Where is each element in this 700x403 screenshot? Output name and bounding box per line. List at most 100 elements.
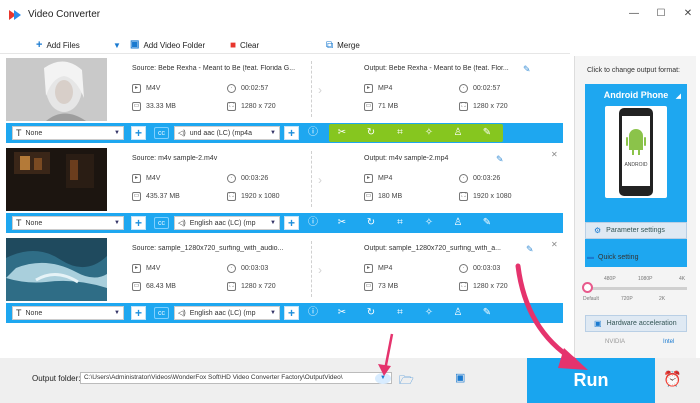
add-folder-label: Add Video Folder [143,40,206,50]
open-folder-icon[interactable]: 🗁 [399,371,414,392]
rotate-icon[interactable]: ↻ [364,126,378,140]
arrow-right-icon: › [318,83,322,97]
lightning-icon: ▬ [587,254,594,261]
subtitle-select[interactable]: T None ▼ [12,126,124,140]
chevron-down-icon: ▼ [270,220,276,226]
device-name: Android Phone [603,90,669,100]
file-row: Source: Bebe Rexha - Meant to Be (feat. … [6,55,563,145]
info-icon[interactable]: ⓘ [306,306,320,320]
quality-slider-track[interactable] [589,287,687,290]
subtitle-icon: T [16,308,22,318]
edit-name-icon[interactable]: ✎ [526,244,534,255]
subtitle-edit-icon[interactable]: ✎ [480,306,494,320]
add-files-label: Add Files [46,40,80,50]
add-subtitle-button[interactable]: + [131,126,146,140]
add-audio-button[interactable]: + [284,126,299,140]
close-icon[interactable]: ✕ [679,6,697,22]
trim-icon[interactable]: ✂ [335,216,349,230]
chevron-down-icon: ▼ [270,130,276,136]
remove-row-icon[interactable]: ✕ [551,150,558,159]
crop-icon[interactable]: ⌗ [393,216,407,230]
quality-slider-handle[interactable] [582,282,593,293]
source-title: Source: Bebe Rexha - Meant to Be (feat. … [132,65,296,72]
chevron-down-icon: ▼ [114,220,120,226]
subtitle-select[interactable]: T None ▼ [12,216,124,230]
minimize-icon[interactable]: — [625,6,643,22]
rotate-icon[interactable]: ↻ [364,306,378,320]
row-toolbar: T None ▼ + cc ◁) und aac (LC) (mp4a ▼ + ⓘ ✂ … [6,123,563,143]
file-list: Source: Bebe Rexha - Meant to Be (feat. … [6,55,563,325]
subtitle-select[interactable]: T None ▼ [12,306,124,320]
subtitle-edit-icon[interactable]: ✎ [480,216,494,230]
crop-icon[interactable]: ⌗ [393,126,407,140]
output-folder-path[interactable]: C:\Users\Administrator\Videos\WonderFox … [80,372,392,384]
effects-icon[interactable]: ✧ [422,306,436,320]
video-thumbnail[interactable] [6,148,107,211]
add-video-folder-button[interactable]: ▣ Add Video Folder [130,38,205,52]
output-format-selector[interactable]: Android Phone ◢ ANDROID [585,84,687,267]
add-audio-button[interactable]: + [284,216,299,230]
cc-icon[interactable]: cc [154,307,169,319]
watermark-icon[interactable]: ♙ [451,126,465,140]
add-subtitle-button[interactable]: + [131,216,146,230]
effects-icon[interactable]: ✧ [422,126,436,140]
maximize-icon[interactable]: ☐ [652,6,670,22]
alarm-clock-icon[interactable]: ⏰ [663,370,682,388]
add-audio-button[interactable]: + [284,306,299,320]
cc-icon[interactable]: cc [154,127,169,139]
info-icon[interactable]: ⓘ [306,216,320,230]
edit-name-icon[interactable]: ✎ [523,64,531,75]
output-format: ▸ MP4 [364,264,392,273]
quick-setting-text: Quick setting [598,254,639,261]
output-title: Output: sample_1280x720_surfing_with_a..… [364,245,501,252]
audio-select[interactable]: ◁) und aac (LC) (mp4a ▼ [174,126,280,140]
add-files-button[interactable]: + Add Files [36,38,80,52]
subtitle-edit-icon[interactable]: ✎ [480,126,494,140]
clock-icon: · [227,174,236,183]
hardware-acceleration-button[interactable]: ▣ Hardware acceleration [585,315,687,332]
source-resolution: ⛶ 1280 x 720 [227,102,276,111]
arrow-right-icon: › [318,263,322,277]
run-button[interactable]: Run [527,358,655,403]
plus-icon: + [36,39,43,51]
hardware-acceleration-label: Hardware acceleration [606,320,677,327]
app-logo-icon [8,8,22,22]
format-label: Click to change output format: [587,67,680,74]
quick-setting-label: ▬ Quick setting [587,254,638,261]
clear-button[interactable]: ■ Clear [230,38,259,52]
audio-select[interactable]: ◁) English aac (LC) (mp ▼ [174,216,280,230]
video-file-icon: ▸ [132,174,141,183]
output-folder-dropdown[interactable]: ▼ [375,373,391,384]
rotate-icon[interactable]: ↻ [364,216,378,230]
output-format: ▸ MP4 [364,174,392,183]
add-folder-dropdown[interactable]: ▼ [113,38,121,52]
speaker-icon: ◁) [178,220,186,227]
title-bar: Video Converter — ☐ ✕ [0,0,700,30]
chevron-down-icon: ▼ [114,310,120,316]
chevron-down-icon: ▼ [114,130,120,136]
crop-icon[interactable]: ⌗ [393,306,407,320]
remove-row-icon[interactable]: ✕ [551,240,558,249]
add-subtitle-button[interactable]: + [131,306,146,320]
edit-name-icon[interactable]: ✎ [496,154,504,165]
cc-icon[interactable]: cc [154,217,169,229]
video-thumbnail[interactable] [6,238,107,301]
effects-icon[interactable]: ✧ [422,216,436,230]
output-preview-icon[interactable]: ▣ [455,371,465,384]
watermark-icon[interactable]: ♙ [451,216,465,230]
clock-icon: · [227,84,236,93]
watermark-icon[interactable]: ♙ [451,306,465,320]
resolution-icon: ⛶ [459,282,468,291]
merge-button[interactable]: ⧉ Merge [326,38,360,52]
trim-icon[interactable]: ✂ [335,126,349,140]
row-toolbar: T None ▼ + cc ◁) English aac (LC) (mp ▼ + ⓘ … [6,213,563,233]
trim-icon[interactable]: ✂ [335,306,349,320]
audio-select[interactable]: ◁) English aac (LC) (mp ▼ [174,306,280,320]
video-thumbnail[interactable] [6,58,107,121]
tick-1080p: 1080P [638,276,653,282]
bottom-bar: Output folder: C:\Users\Administrator\Vi… [0,358,700,403]
info-icon[interactable]: ⓘ [306,126,320,140]
parameter-settings-button[interactable]: ⚙ Parameter settings [585,222,687,239]
speaker-icon: ◁) [178,310,186,317]
video-file-icon: ▸ [364,174,373,183]
